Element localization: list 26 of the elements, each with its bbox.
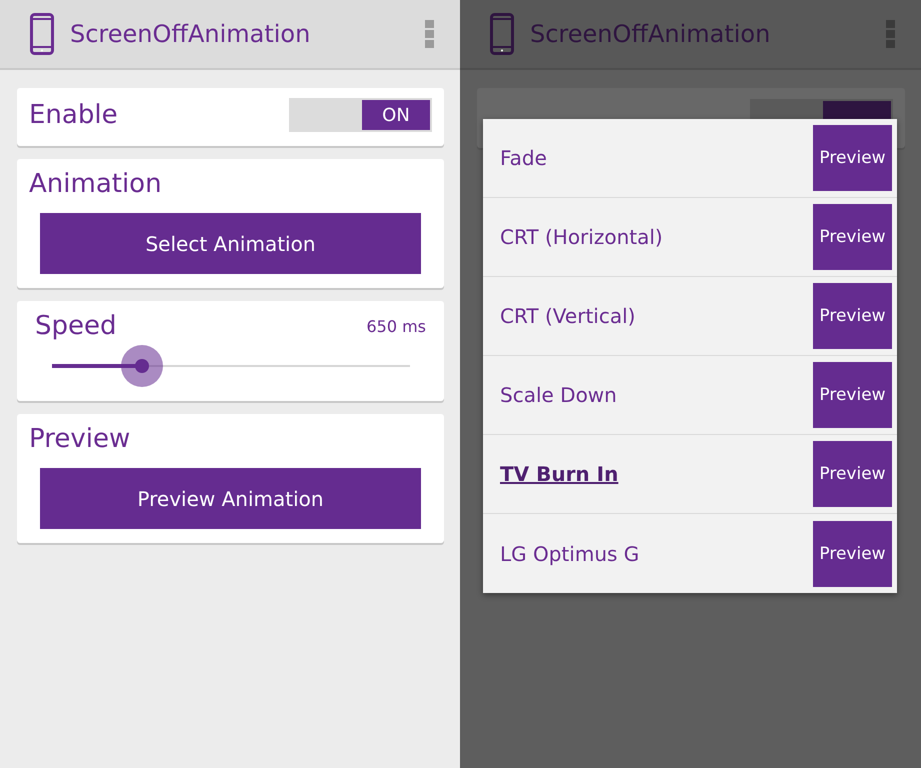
preview-animation-button[interactable]: Preview Animation bbox=[40, 468, 421, 529]
speed-reading: 650 ms bbox=[366, 316, 426, 336]
preview-button[interactable]: Preview bbox=[813, 362, 892, 428]
animation-option[interactable]: LG Optimus G bbox=[500, 542, 640, 566]
animation-option[interactable]: Fade bbox=[500, 146, 547, 170]
phone-icon bbox=[490, 13, 514, 55]
phone-icon bbox=[30, 13, 54, 55]
slider-thumb[interactable] bbox=[120, 345, 162, 387]
app-title: ScreenOffAnimation bbox=[70, 20, 312, 48]
preview-button[interactable]: Preview bbox=[813, 520, 892, 586]
preview-button[interactable]: Preview bbox=[813, 204, 892, 270]
preview-heading: Preview bbox=[29, 424, 132, 454]
enable-label: Enable bbox=[29, 100, 118, 130]
speed-slider[interactable] bbox=[52, 345, 410, 387]
speed-heading: Speed bbox=[35, 311, 117, 341]
app-title: ScreenOffAnimation bbox=[530, 20, 772, 48]
select-animation-button[interactable]: Select Animation bbox=[40, 213, 421, 274]
preview-button[interactable]: Preview bbox=[813, 441, 892, 507]
preview-button[interactable]: Preview bbox=[813, 125, 892, 191]
animation-option[interactable]: CRT (Horizontal) bbox=[500, 225, 663, 249]
animation-heading: Animation bbox=[29, 169, 163, 199]
animation-option[interactable]: CRT (Vertical) bbox=[500, 304, 636, 328]
preview-button[interactable]: Preview bbox=[813, 283, 892, 349]
animation-option[interactable]: TV Burn In bbox=[500, 462, 618, 486]
enable-toggle[interactable]: ON bbox=[289, 98, 432, 132]
animation-option[interactable]: Scale Down bbox=[500, 383, 617, 407]
